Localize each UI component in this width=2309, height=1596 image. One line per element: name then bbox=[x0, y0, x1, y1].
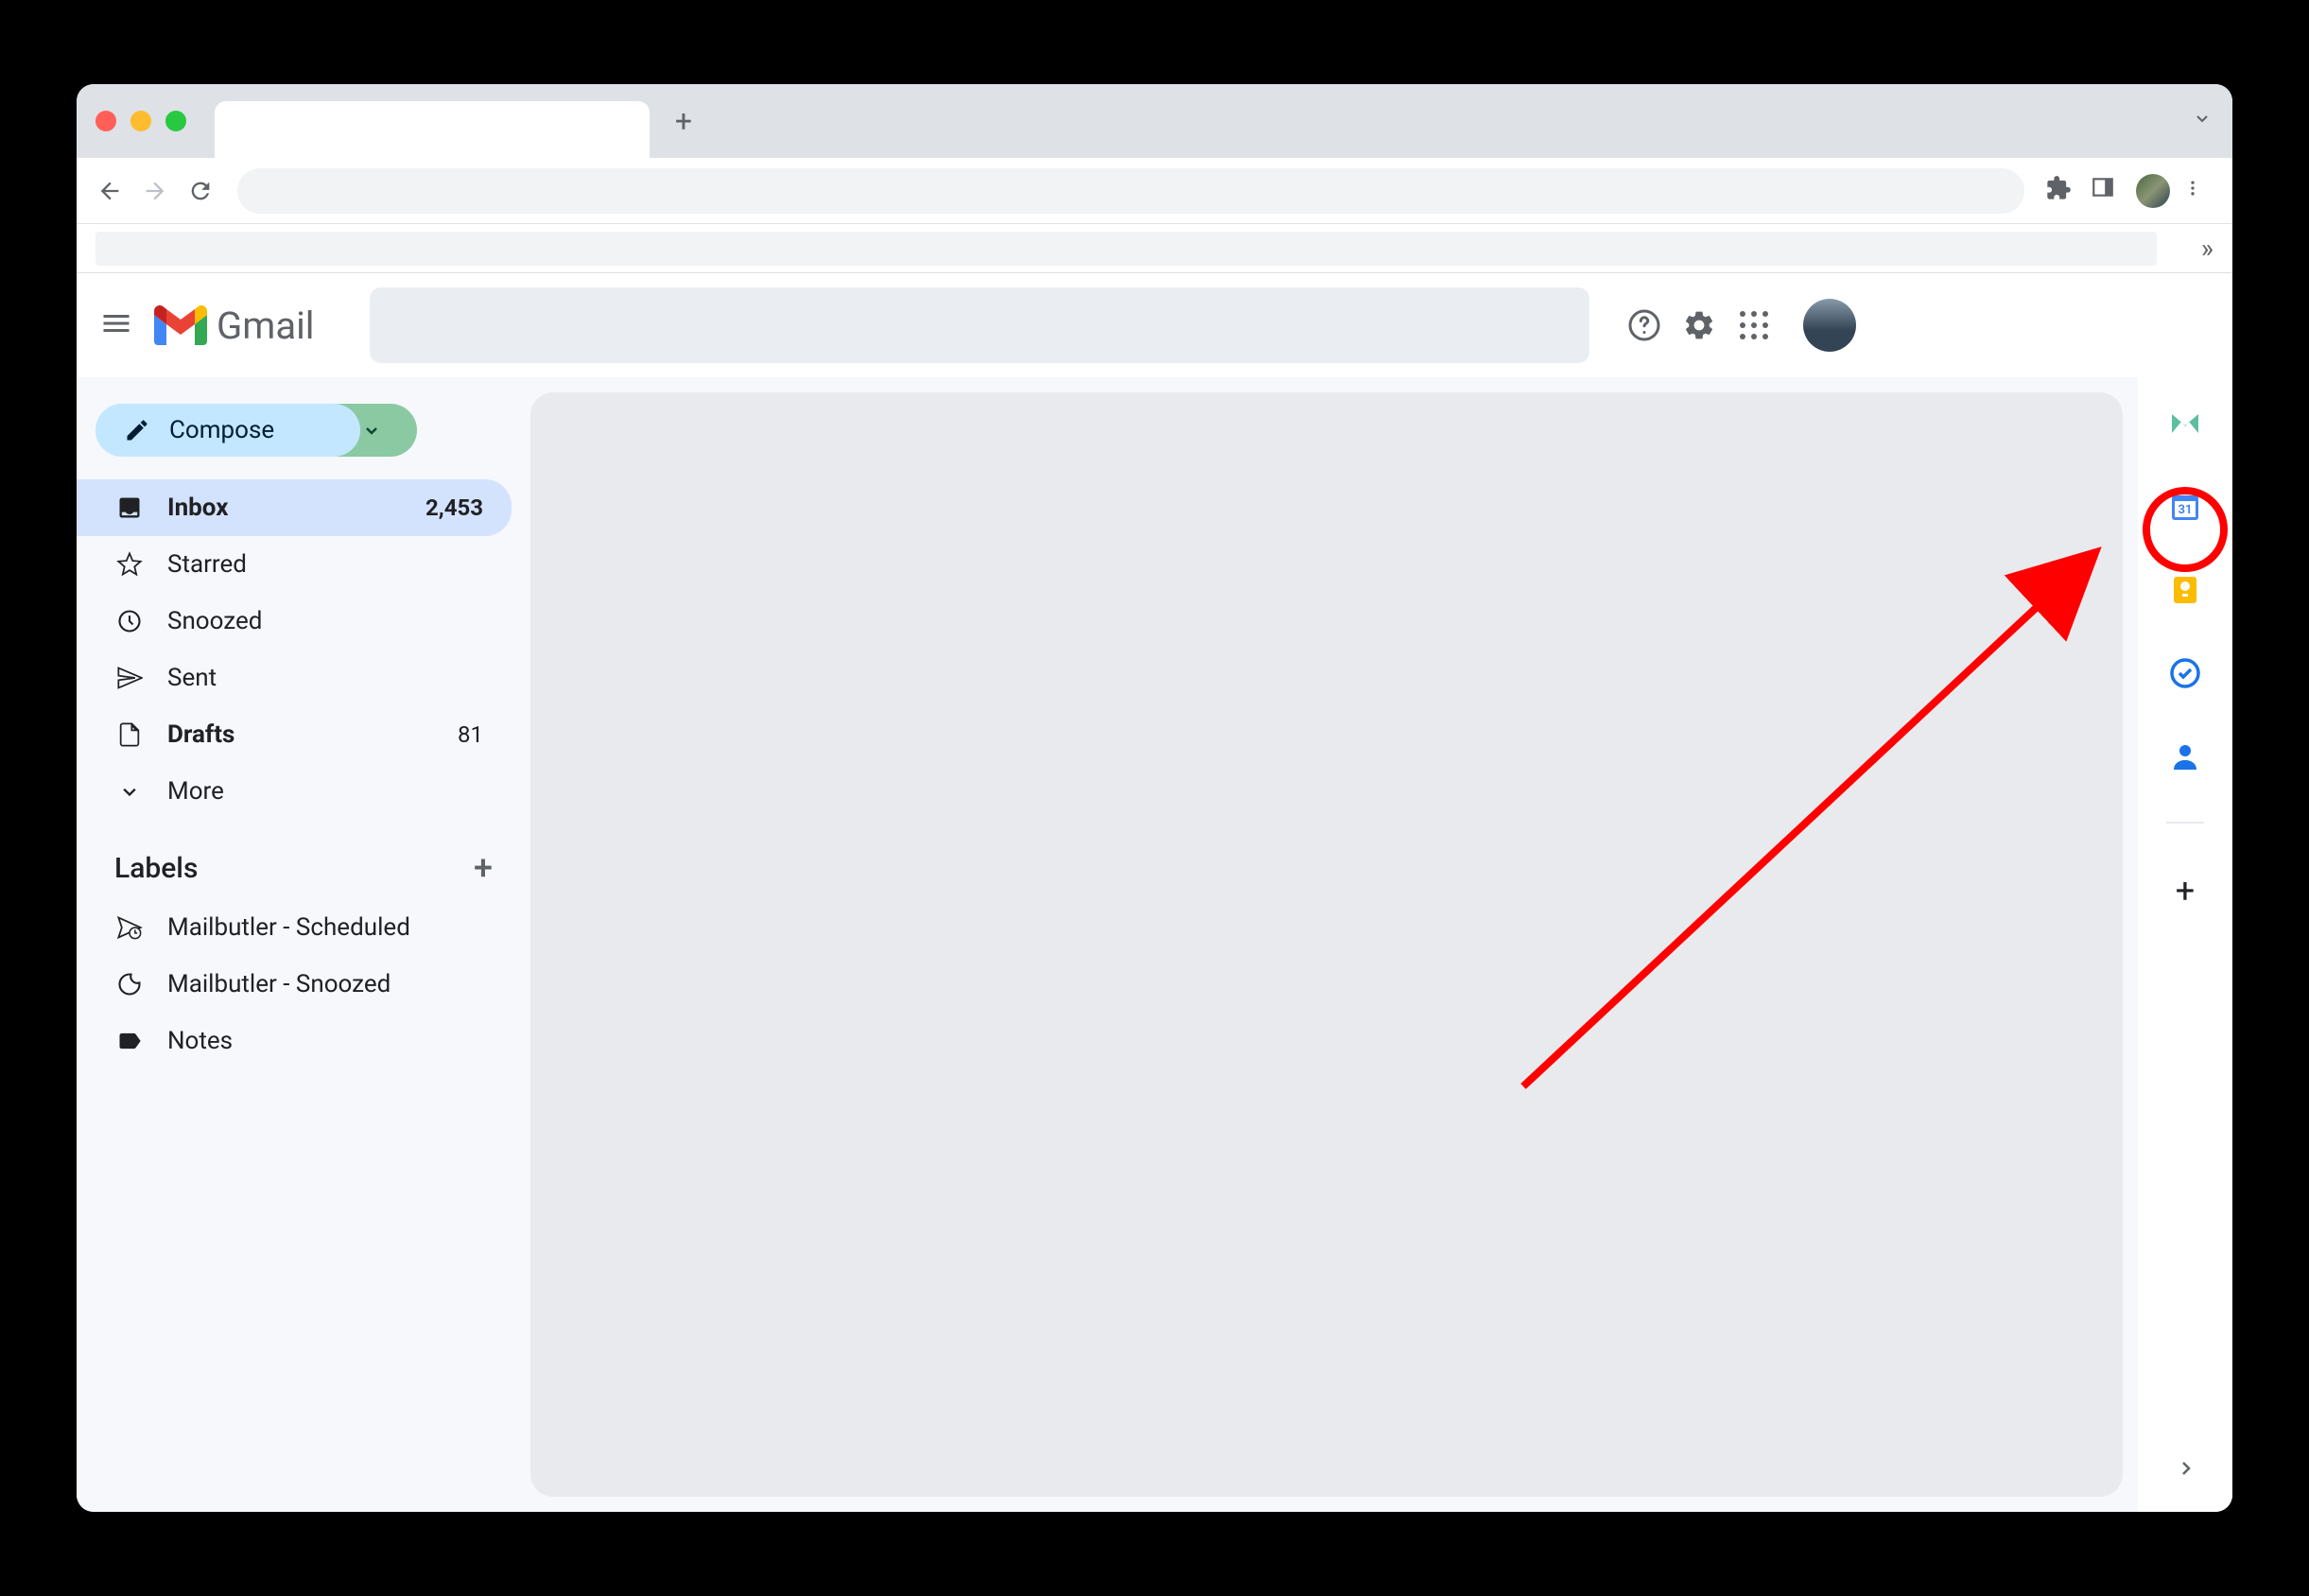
bookmark-bar: » bbox=[77, 224, 2232, 273]
gmail-logo-text: Gmail bbox=[217, 304, 315, 348]
gmail-logo[interactable]: Gmail bbox=[154, 304, 315, 348]
sidebar-item-label: Drafts bbox=[167, 720, 234, 749]
svg-text:31: 31 bbox=[2179, 503, 2193, 517]
gmail-header: Gmail bbox=[77, 273, 2232, 377]
sidebar: Compose Inbox 2,453 Starred bbox=[77, 377, 530, 1512]
add-label-button[interactable]: + bbox=[474, 848, 493, 888]
forward-button[interactable] bbox=[139, 175, 171, 207]
sidebar-item-label: Sent bbox=[167, 664, 217, 692]
side-panel: 31 + bbox=[2138, 377, 2232, 1512]
bookmark-area bbox=[95, 232, 2157, 266]
content-area bbox=[530, 377, 2138, 1512]
side-panel-toggle[interactable] bbox=[2174, 1457, 2196, 1483]
label-text: Mailbutler - Snoozed bbox=[167, 970, 391, 998]
window-maximize-button[interactable] bbox=[165, 111, 186, 131]
tab-search-dropdown[interactable] bbox=[2191, 107, 2214, 135]
side-panel-divider bbox=[2166, 822, 2204, 824]
bookmark-overflow-icon[interactable]: » bbox=[2201, 233, 2214, 264]
label-text: Notes bbox=[167, 1027, 233, 1055]
chrome-menu-icon[interactable] bbox=[2183, 175, 2215, 207]
labels-header-text: Labels bbox=[114, 852, 198, 885]
calendar-addon-icon[interactable]: 31 bbox=[2167, 489, 2203, 525]
new-tab-button[interactable]: + bbox=[667, 104, 701, 138]
chevron-down-icon bbox=[360, 419, 383, 442]
settings-icon[interactable] bbox=[1680, 306, 1718, 344]
moon-icon bbox=[114, 971, 145, 998]
sidepanel-icon[interactable] bbox=[2091, 175, 2123, 207]
sidebar-item-drafts[interactable]: Drafts 81 bbox=[77, 706, 512, 763]
main-menu-icon[interactable] bbox=[99, 306, 137, 344]
gmail-m-icon bbox=[154, 305, 207, 345]
label-icon bbox=[114, 1028, 145, 1054]
file-icon bbox=[114, 721, 145, 748]
tasks-addon-icon[interactable] bbox=[2167, 655, 2203, 691]
account-avatar[interactable] bbox=[1803, 299, 1856, 352]
sidebar-item-label: Inbox bbox=[167, 494, 228, 522]
label-mailbutler-scheduled[interactable]: Mailbutler - Scheduled bbox=[77, 899, 512, 956]
address-bar[interactable] bbox=[237, 168, 2024, 214]
sidebar-item-sent[interactable]: Sent bbox=[77, 650, 512, 706]
inbox-count: 2,453 bbox=[425, 494, 483, 521]
label-text: Mailbutler - Scheduled bbox=[167, 913, 410, 942]
window-close-button[interactable] bbox=[95, 111, 116, 131]
compose-label: Compose bbox=[169, 416, 274, 444]
label-mailbutler-snoozed[interactable]: Mailbutler - Snoozed bbox=[77, 956, 512, 1013]
sidebar-item-snoozed[interactable]: Snoozed bbox=[77, 593, 512, 650]
inbox-icon bbox=[114, 494, 145, 521]
back-button[interactable] bbox=[94, 175, 126, 207]
extensions-icon[interactable] bbox=[2045, 175, 2077, 207]
get-addons-button[interactable]: + bbox=[2176, 871, 2195, 911]
label-notes[interactable]: Notes bbox=[77, 1013, 512, 1069]
sidebar-item-label: Starred bbox=[167, 550, 247, 579]
sidebar-item-starred[interactable]: Starred bbox=[77, 536, 512, 593]
send-icon bbox=[114, 665, 145, 691]
search-input[interactable] bbox=[370, 287, 1589, 363]
keep-addon-icon[interactable] bbox=[2167, 572, 2203, 608]
sidebar-item-more[interactable]: More bbox=[77, 763, 512, 820]
sidebar-item-label: Snoozed bbox=[167, 607, 262, 635]
sidebar-item-label: More bbox=[167, 777, 224, 806]
labels-header: Labels + bbox=[77, 820, 530, 899]
clock-icon bbox=[114, 608, 145, 634]
browser-tab[interactable] bbox=[215, 101, 650, 158]
mailbutler-addon-icon[interactable] bbox=[2167, 406, 2203, 442]
compose-button[interactable]: Compose bbox=[95, 404, 360, 457]
reload-button[interactable] bbox=[184, 175, 217, 207]
scheduled-send-icon bbox=[114, 914, 145, 941]
pencil-icon bbox=[124, 417, 150, 443]
browser-toolbar bbox=[77, 158, 2232, 224]
chevron-down-icon bbox=[114, 778, 145, 805]
sidebar-item-inbox[interactable]: Inbox 2,453 bbox=[77, 479, 512, 536]
drafts-count: 81 bbox=[458, 721, 483, 748]
window-minimize-button[interactable] bbox=[130, 111, 151, 131]
contacts-addon-icon[interactable] bbox=[2167, 738, 2203, 774]
chrome-profile-avatar[interactable] bbox=[2136, 174, 2170, 208]
help-icon[interactable] bbox=[1625, 306, 1663, 344]
google-apps-icon[interactable] bbox=[1735, 306, 1773, 344]
browser-tab-strip: + bbox=[77, 84, 2232, 158]
star-icon bbox=[114, 551, 145, 578]
message-list-pane[interactable] bbox=[530, 392, 2123, 1497]
